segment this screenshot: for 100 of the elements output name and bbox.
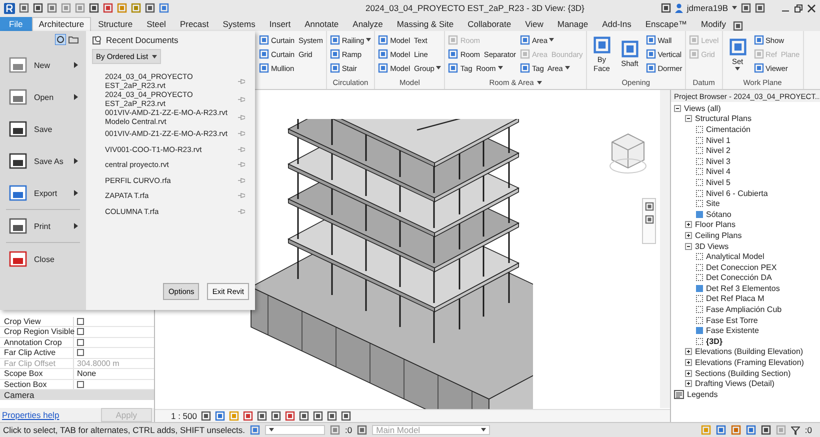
- ribbon-tab[interactable]: Precast: [172, 17, 216, 31]
- ribbon-tab[interactable]: Steel: [140, 17, 173, 31]
- caret-icon: [549, 38, 554, 42]
- expand-icon[interactable]: [685, 221, 692, 228]
- tree-item[interactable]: Sótano: [706, 210, 732, 219]
- tree-item[interactable]: Sections (Building Section): [695, 368, 791, 378]
- pin-icon[interactable]: [238, 208, 245, 214]
- property-value[interactable]: None: [77, 369, 96, 378]
- selection-count: :0: [804, 425, 812, 435]
- pin-icon[interactable]: [238, 78, 245, 84]
- user-icon[interactable]: [674, 3, 684, 13]
- tree-item[interactable]: Nivel 4: [706, 167, 730, 176]
- pin-icon[interactable]: [238, 162, 245, 168]
- file-menu-command[interactable]: Print: [0, 210, 86, 242]
- tree-item[interactable]: Cimentación: [706, 124, 750, 134]
- file-menu-command[interactable]: Save As: [0, 145, 86, 177]
- tree-item[interactable]: Floor Plans: [695, 220, 736, 230]
- collapse-icon[interactable]: [674, 104, 681, 112]
- tree-item[interactable]: Det Coneccion PEX: [706, 262, 777, 272]
- ribbon-tab[interactable]: Add-Ins: [595, 17, 638, 31]
- property-checkbox[interactable]: [77, 338, 84, 346]
- restore-icon[interactable]: [794, 4, 803, 12]
- ribbon-tab[interactable]: Insert: [262, 17, 298, 31]
- tool-icon: [378, 63, 388, 73]
- tree-item[interactable]: Fase Est Torre: [706, 316, 758, 325]
- tree-item[interactable]: Analytical Model: [706, 252, 764, 262]
- file-menu-command[interactable]: Save: [0, 113, 86, 145]
- tree-item[interactable]: Drafting Views (Detail): [695, 379, 774, 388]
- tool-icon: [728, 38, 747, 56]
- pin-icon[interactable]: [238, 131, 245, 136]
- property-checkbox[interactable]: [77, 349, 84, 356]
- expand-icon[interactable]: [685, 359, 692, 366]
- tool-icon: [646, 35, 656, 45]
- property-section-header[interactable]: Camera: [0, 390, 154, 400]
- tree-item[interactable]: Det Ref 3 Elementos: [706, 284, 780, 293]
- property-label: Crop View: [0, 316, 74, 326]
- user-name[interactable]: jdmera19B: [686, 3, 728, 13]
- property-checkbox[interactable]: [77, 380, 84, 388]
- tree-item[interactable]: {3D}: [706, 336, 722, 346]
- recent-documents-icon[interactable]: [55, 34, 66, 45]
- expand-icon[interactable]: [685, 370, 692, 377]
- tree-item[interactable]: Elevations (Building Elevation): [695, 347, 804, 356]
- ribbon-tab[interactable]: Structure: [91, 17, 140, 31]
- tree-item[interactable]: Det Conección DA: [706, 273, 772, 282]
- caret-icon: [735, 66, 740, 70]
- collapse-icon[interactable]: [685, 242, 692, 250]
- pin-icon[interactable]: [238, 193, 245, 198]
- pin-icon[interactable]: [238, 146, 245, 152]
- tree-item[interactable]: Nivel 5: [706, 178, 730, 187]
- tree-item[interactable]: Site: [706, 199, 720, 208]
- tree-item[interactable]: Legends: [687, 390, 718, 399]
- ribbon-tab[interactable]: Modify: [694, 17, 734, 31]
- property-checkbox[interactable]: [77, 328, 84, 336]
- close-icon[interactable]: [807, 4, 816, 12]
- pin-icon[interactable]: [238, 114, 245, 120]
- collapse-icon[interactable]: [685, 115, 692, 122]
- ribbon-tab[interactable]: Analyze: [346, 17, 390, 31]
- file-menu-command[interactable]: New: [0, 49, 86, 81]
- pin-icon[interactable]: [238, 178, 245, 183]
- submenu-arrow-icon: [74, 62, 78, 68]
- tree-item[interactable]: Fase Ampliación Cub: [706, 305, 782, 314]
- tree-item[interactable]: Det Ref Placa M: [706, 294, 764, 304]
- file-menu-command[interactable]: Export: [0, 177, 86, 209]
- expand-icon[interactable]: [685, 232, 692, 239]
- properties-help-link[interactable]: Properties help: [2, 410, 60, 420]
- property-checkbox[interactable]: [77, 318, 84, 325]
- tool-icon: [448, 49, 458, 59]
- expand-icon[interactable]: [685, 380, 692, 388]
- caret-icon: [498, 66, 503, 70]
- expand-icon[interactable]: [685, 348, 692, 356]
- ribbon-tab[interactable]: Massing & Site: [390, 17, 461, 31]
- tool-icon: [448, 63, 458, 73]
- tree-item[interactable]: Nivel 2: [706, 146, 730, 156]
- tree-item[interactable]: Nivel 3: [706, 156, 730, 166]
- tool-icon: [689, 49, 700, 59]
- ribbon-tab[interactable]: Annotate: [298, 17, 346, 31]
- ribbon-tab[interactable]: Systems: [216, 17, 262, 31]
- app-logo-icon[interactable]: [4, 2, 15, 14]
- recent-documents-icon: [92, 35, 102, 45]
- ribbon-tab[interactable]: Architecture: [32, 17, 92, 31]
- tree-item[interactable]: Fase Existente: [706, 326, 759, 336]
- tree-item[interactable]: Nivel 1: [706, 136, 730, 145]
- filter-icon[interactable]: [790, 426, 800, 434]
- ribbon-tab[interactable]: Enscape™: [638, 17, 694, 31]
- view-scale[interactable]: 1 : 500: [171, 411, 197, 421]
- pin-icon[interactable]: [238, 96, 245, 102]
- scrollbar[interactable]: [660, 90, 670, 408]
- file-menu-command[interactable]: Open: [0, 81, 86, 113]
- tree-item[interactable]: Views (all): [684, 104, 721, 113]
- tree-item[interactable]: Nivel 6 - Cubierta: [706, 188, 768, 198]
- tree-item[interactable]: 3D Views: [695, 242, 729, 251]
- tool-icon: [754, 35, 764, 45]
- ribbon-tab[interactable]: View: [518, 17, 550, 31]
- ribbon-tab[interactable]: Manage: [550, 17, 596, 31]
- tree-item[interactable]: Elevations (Framing Elevation): [695, 358, 804, 368]
- file-menu-command[interactable]: Close: [0, 243, 86, 275]
- ribbon-tab[interactable]: Collaborate: [460, 17, 518, 31]
- tree-item[interactable]: Ceiling Plans: [695, 230, 742, 240]
- tree-item[interactable]: Structural Plans: [695, 114, 752, 124]
- tool-icon: [620, 40, 639, 58]
